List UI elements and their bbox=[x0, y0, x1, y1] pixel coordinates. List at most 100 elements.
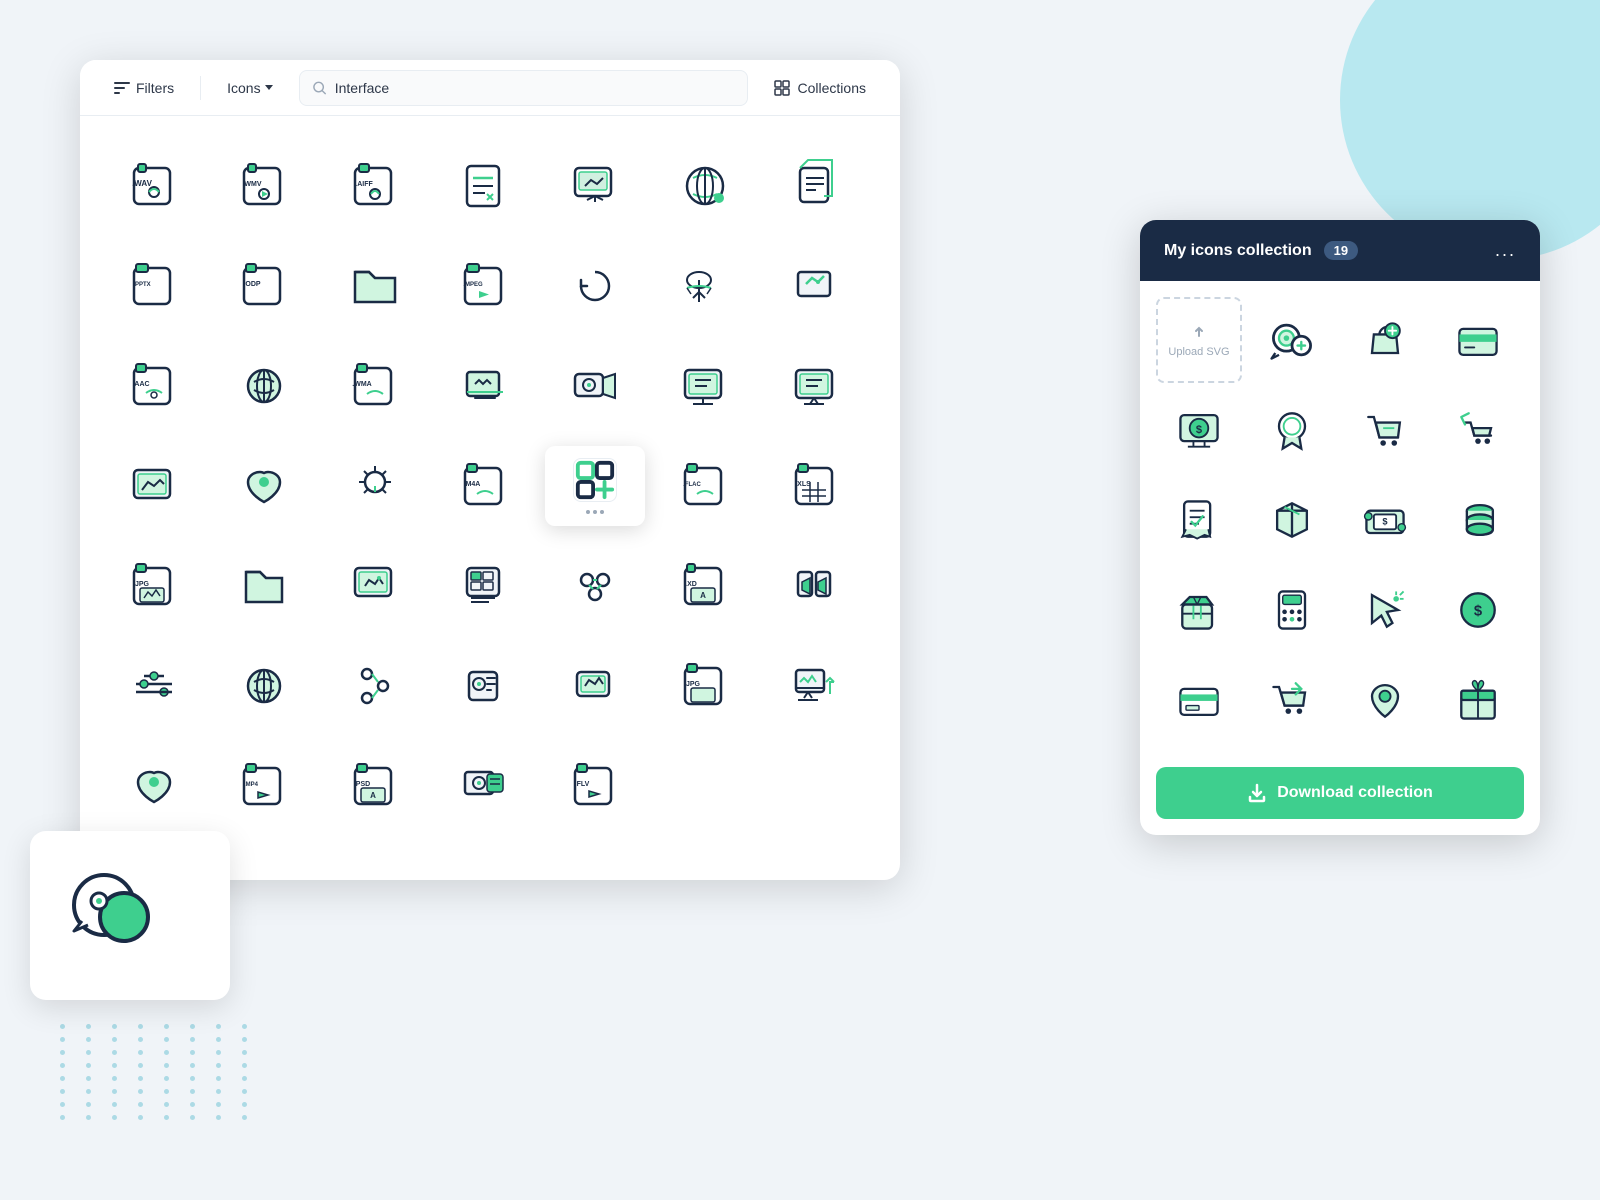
list-item[interactable] bbox=[545, 636, 645, 736]
svg-text:.PPTX: .PPTX bbox=[133, 282, 150, 288]
list-item[interactable] bbox=[655, 336, 755, 436]
svg-text:.FLAC: .FLAC bbox=[684, 482, 702, 488]
filters-button[interactable]: Filters bbox=[100, 74, 188, 102]
svg-text:.JPG: .JPG bbox=[133, 581, 150, 588]
list-item[interactable]: $ bbox=[1156, 387, 1242, 473]
list-item[interactable] bbox=[1435, 297, 1521, 383]
svg-text:.MPEG: .MPEG bbox=[463, 282, 483, 288]
dots-pattern bbox=[60, 1024, 260, 1120]
list-item[interactable] bbox=[1249, 387, 1335, 473]
list-item[interactable]: .JPG bbox=[104, 536, 204, 636]
list-item[interactable] bbox=[435, 736, 535, 836]
svg-text:.M4A: .M4A bbox=[463, 481, 480, 488]
list-item[interactable] bbox=[655, 136, 755, 236]
collection-title: My icons collection bbox=[1164, 242, 1312, 260]
list-item[interactable] bbox=[214, 636, 314, 736]
list-item[interactable] bbox=[545, 136, 645, 236]
list-item[interactable] bbox=[1435, 477, 1521, 563]
list-item[interactable] bbox=[1156, 567, 1242, 653]
add-to-collection-button[interactable] bbox=[573, 458, 617, 502]
list-item[interactable] bbox=[325, 536, 425, 636]
collection-icons-grid: Upload SVG bbox=[1140, 281, 1540, 759]
list-item[interactable] bbox=[545, 336, 645, 436]
list-item[interactable]: .FLAC bbox=[655, 436, 755, 536]
list-item[interactable]: .MP4 bbox=[214, 736, 314, 836]
list-item[interactable]: .AAC bbox=[104, 336, 204, 436]
list-item[interactable]: .M4A bbox=[435, 436, 535, 536]
collections-button[interactable]: Collections bbox=[760, 74, 880, 102]
list-item[interactable] bbox=[435, 336, 535, 436]
search-bar[interactable] bbox=[299, 70, 748, 106]
list-item[interactable] bbox=[325, 636, 425, 736]
list-item[interactable] bbox=[1342, 297, 1428, 383]
svg-text:$: $ bbox=[1196, 424, 1203, 436]
search-icon bbox=[312, 80, 327, 96]
list-item[interactable]: $ bbox=[1435, 567, 1521, 653]
list-item[interactable] bbox=[766, 636, 866, 736]
svg-text:.XD: .XD bbox=[686, 581, 698, 588]
divider bbox=[200, 76, 201, 100]
collection-more-button[interactable]: ... bbox=[1495, 240, 1516, 261]
filters-label: Filters bbox=[136, 80, 174, 96]
list-item[interactable]: .WMA bbox=[325, 336, 425, 436]
upload-svg-button[interactable]: Upload SVG bbox=[1156, 297, 1242, 383]
upload-icon bbox=[1189, 322, 1209, 342]
list-item[interactable] bbox=[1249, 657, 1335, 743]
list-item[interactable] bbox=[545, 536, 645, 636]
list-item[interactable] bbox=[1435, 387, 1521, 473]
svg-text:.AAC: .AAC bbox=[132, 381, 149, 388]
list-item[interactable] bbox=[325, 236, 425, 336]
list-item[interactable] bbox=[325, 436, 425, 536]
svg-text:$: $ bbox=[1474, 604, 1483, 620]
list-item[interactable] bbox=[655, 236, 755, 336]
list-item[interactable]: .JPG bbox=[655, 636, 755, 736]
list-item[interactable]: .WAV bbox=[104, 136, 204, 236]
list-item[interactable] bbox=[214, 436, 314, 536]
list-item[interactable] bbox=[766, 336, 866, 436]
list-item[interactable] bbox=[435, 136, 535, 236]
list-item[interactable] bbox=[545, 436, 645, 536]
list-item[interactable]: .AIFF bbox=[325, 136, 425, 236]
list-item[interactable] bbox=[545, 236, 645, 336]
list-item[interactable]: .MPEG bbox=[435, 236, 535, 336]
list-item[interactable] bbox=[1156, 477, 1242, 563]
collection-header: My icons collection 19 ... bbox=[1140, 220, 1540, 281]
list-item[interactable] bbox=[104, 436, 204, 536]
grid-icon bbox=[774, 80, 790, 96]
list-item[interactable] bbox=[435, 536, 535, 636]
list-item[interactable]: .PSD A bbox=[325, 736, 425, 836]
search-input[interactable] bbox=[335, 80, 735, 96]
list-item[interactable]: .WMV bbox=[214, 136, 314, 236]
list-item[interactable] bbox=[1249, 297, 1335, 383]
list-item[interactable] bbox=[766, 136, 866, 236]
list-item[interactable]: .ODP bbox=[214, 236, 314, 336]
list-item[interactable] bbox=[1342, 387, 1428, 473]
list-item[interactable] bbox=[1156, 657, 1242, 743]
list-item[interactable] bbox=[1435, 657, 1521, 743]
collections-label: Collections bbox=[798, 80, 866, 96]
download-collection-button[interactable]: Download collection bbox=[1156, 767, 1524, 819]
icons-dropdown[interactable]: Icons bbox=[213, 74, 286, 102]
svg-text:.WMA: .WMA bbox=[352, 381, 371, 388]
list-item[interactable] bbox=[214, 536, 314, 636]
more-options-button[interactable] bbox=[586, 510, 604, 514]
list-item[interactable]: .XLS bbox=[766, 436, 866, 536]
list-item[interactable] bbox=[1249, 477, 1335, 563]
svg-text:.WAV: .WAV bbox=[132, 179, 153, 188]
list-item[interactable] bbox=[104, 636, 204, 736]
list-item[interactable] bbox=[214, 336, 314, 436]
list-item[interactable] bbox=[1249, 567, 1335, 653]
list-item[interactable] bbox=[435, 636, 535, 736]
svg-text:.JPG: .JPG bbox=[684, 681, 701, 688]
list-item[interactable]: .PPTX bbox=[104, 236, 204, 336]
list-item[interactable] bbox=[766, 236, 866, 336]
list-item[interactable] bbox=[766, 536, 866, 636]
list-item[interactable]: .FLV bbox=[545, 736, 645, 836]
svg-text:A: A bbox=[701, 591, 707, 600]
list-item[interactable]: .XD A bbox=[655, 536, 755, 636]
list-item[interactable] bbox=[1342, 657, 1428, 743]
download-icon bbox=[1247, 783, 1267, 803]
list-item[interactable] bbox=[1342, 567, 1428, 653]
list-item[interactable]: $ bbox=[1342, 477, 1428, 563]
list-item[interactable] bbox=[104, 736, 204, 836]
